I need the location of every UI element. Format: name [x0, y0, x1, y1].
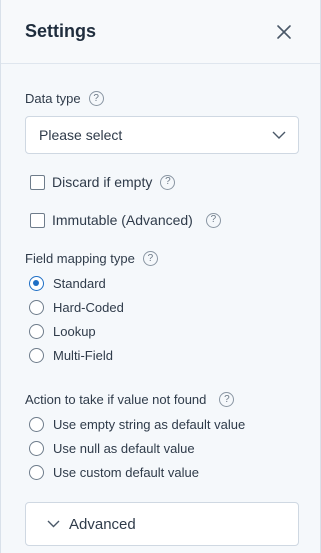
not-found-radio-group: Use empty string as default value Use nu…: [25, 412, 298, 484]
radio-option-null[interactable]: Use null as default value: [25, 436, 298, 460]
radio-button[interactable]: [29, 299, 44, 315]
help-icon[interactable]: ?: [205, 212, 221, 228]
panel-body: Data type ? Please select Discard if emp…: [1, 64, 320, 553]
radio-button[interactable]: [29, 275, 44, 291]
data-type-select[interactable]: Please select: [25, 116, 299, 154]
field-mapping-label-row: Field mapping type ?: [25, 251, 298, 266]
advanced-section-toggle[interactable]: Advanced: [25, 502, 299, 546]
discard-if-empty-option[interactable]: Discard if empty ?: [25, 174, 298, 190]
chevron-down-icon: [272, 131, 286, 139]
radio-label: Use null as default value: [53, 440, 195, 456]
radio-button[interactable]: [29, 464, 44, 480]
radio-label: Multi-Field: [53, 347, 113, 363]
settings-panel: Settings Data type ? Please select Disca…: [0, 0, 321, 553]
radio-option-empty-string[interactable]: Use empty string as default value: [25, 412, 298, 436]
data-type-select-value: Please select: [39, 127, 123, 143]
panel-header: Settings: [1, 0, 320, 64]
radio-label: Use custom default value: [53, 464, 199, 480]
radio-option-multi-field[interactable]: Multi-Field: [25, 343, 298, 367]
panel-title: Settings: [25, 21, 97, 41]
advanced-label: Advanced: [69, 515, 136, 533]
chevron-down-icon: [47, 520, 60, 528]
radio-option-lookup[interactable]: Lookup: [25, 319, 298, 343]
radio-option-hard-coded[interactable]: Hard-Coded: [25, 295, 298, 319]
radio-button[interactable]: [29, 347, 44, 363]
immutable-label: Immutable (Advanced): [52, 212, 193, 228]
radio-button[interactable]: [29, 440, 44, 456]
discard-if-empty-checkbox[interactable]: [30, 174, 45, 190]
radio-label: Lookup: [53, 323, 96, 339]
radio-option-standard[interactable]: Standard: [25, 271, 298, 295]
help-icon[interactable]: ?: [219, 392, 235, 407]
field-mapping-label: Field mapping type: [25, 251, 135, 266]
immutable-option[interactable]: Immutable (Advanced) ?: [25, 212, 298, 228]
help-icon[interactable]: ?: [88, 91, 104, 106]
not-found-label: Action to take if value not found: [25, 392, 207, 407]
radio-label: Hard-Coded: [53, 299, 124, 315]
immutable-checkbox[interactable]: [30, 212, 45, 228]
field-mapping-radio-group: Standard Hard-Coded Lookup Multi-Field: [25, 271, 298, 367]
not-found-label-row: Action to take if value not found ?: [25, 392, 298, 407]
discard-if-empty-label: Discard if empty: [52, 174, 153, 190]
radio-label: Standard: [53, 275, 106, 291]
radio-label: Use empty string as default value: [53, 416, 246, 432]
radio-button[interactable]: [29, 323, 44, 339]
radio-option-custom[interactable]: Use custom default value: [25, 460, 298, 484]
help-icon[interactable]: ?: [142, 251, 158, 266]
data-type-label: Data type: [25, 91, 81, 106]
data-type-label-row: Data type ?: [25, 64, 298, 106]
radio-button[interactable]: [29, 416, 44, 432]
help-icon[interactable]: ?: [160, 174, 176, 190]
close-icon[interactable]: [272, 20, 296, 44]
